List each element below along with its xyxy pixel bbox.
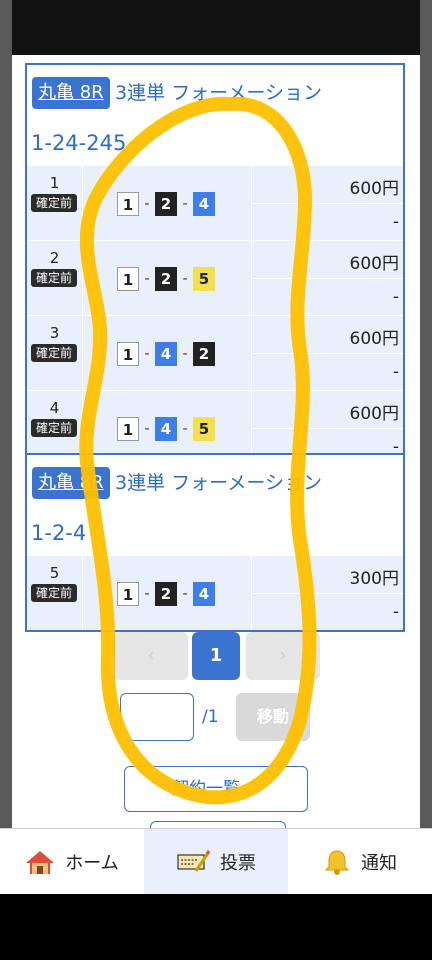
bet-amount: 600円 <box>349 179 399 199</box>
payout: - <box>392 287 399 307</box>
tab-label: ホーム <box>65 853 119 874</box>
boats-cell: 1 - 2 - 4 <box>83 556 252 630</box>
row-number: 2 <box>49 249 60 267</box>
ticket-detail-modal: 丸亀 8R 3連単 フォーメーション 1-24-245 1 確定前 1 - 2 … <box>12 55 420 830</box>
contract-list-button[interactable]: 契約一覧 ^ <box>124 766 308 812</box>
combination: 1-2-4 <box>31 521 87 545</box>
boat-number: 2 <box>155 192 177 216</box>
bet-type: 3連単 フォーメーション <box>115 472 322 494</box>
boats-cell: 1 - 2 - 5 <box>83 241 252 315</box>
home-icon <box>26 851 55 874</box>
payout: - <box>392 362 399 382</box>
dimmed-background-left <box>0 0 12 830</box>
boat-number: 1 <box>117 192 139 216</box>
status-badge: 確定前 <box>31 344 77 362</box>
go-page-button[interactable]: 移動 <box>236 693 310 741</box>
status-badge: 確定前 <box>31 194 77 212</box>
boat-number: 4 <box>155 342 177 366</box>
status-badge: 確定前 <box>31 419 77 437</box>
bet-amount: 600円 <box>349 254 399 274</box>
row-number-cell: 2 確定前 <box>27 241 83 315</box>
tab-notification[interactable]: 通知 <box>288 829 432 895</box>
row-number-cell: 5 確定前 <box>27 556 83 630</box>
prev-page-button[interactable]: ‹ <box>114 632 188 680</box>
combination: 1-24-245 <box>31 131 127 155</box>
bell-icon <box>324 850 350 875</box>
boat-number: 1 <box>117 417 139 441</box>
row-number: 3 <box>49 324 60 342</box>
system-nav-bar <box>0 894 432 960</box>
bottom-tab-bar: ホーム 投票 通知 <box>0 828 432 895</box>
payout: - <box>392 602 399 622</box>
tab-vote[interactable]: 投票 <box>144 829 288 895</box>
bet-amount: 600円 <box>349 329 399 349</box>
boat-number: 1 <box>117 267 139 291</box>
boat-number: 2 <box>193 342 215 366</box>
boat-number: 2 <box>155 267 177 291</box>
boat-number: 5 <box>193 417 215 441</box>
row-number: 4 <box>49 399 60 417</box>
tab-home[interactable]: ホーム <box>0 829 144 895</box>
ticket-card-header: 丸亀 8R 3連単 フォーメーション <box>27 65 403 121</box>
dimmed-background-top <box>0 0 432 55</box>
payout: - <box>392 212 399 232</box>
ticket-card: 丸亀 8R 3連単 フォーメーション 1-2-4 5 確定前 1 - 2 - 4… <box>25 453 405 632</box>
boats-cell: 1 - 2 - 4 <box>83 166 252 240</box>
boat-number: 1 <box>117 582 139 606</box>
boat-number: 1 <box>117 342 139 366</box>
venue-link[interactable]: 丸亀 8R <box>32 467 110 499</box>
next-page-button[interactable]: › <box>246 632 320 680</box>
boat-number: 4 <box>155 417 177 441</box>
row-number-cell: 3 確定前 <box>27 316 83 390</box>
table-row: 1 確定前 1 - 2 - 4 600円 - <box>27 165 403 240</box>
boats-cell: 1 - 4 - 2 <box>83 316 252 390</box>
tab-label: 投票 <box>220 853 256 874</box>
row-number-cell: 1 確定前 <box>27 166 83 240</box>
tab-label: 通知 <box>361 853 397 874</box>
bet-amount: 600円 <box>349 404 399 424</box>
boat-number: 2 <box>155 582 177 606</box>
page-number-input[interactable] <box>120 693 194 741</box>
boat-number: 4 <box>193 192 215 216</box>
status-badge: 確定前 <box>31 584 77 602</box>
ticket-card-header: 丸亀 8R 3連単 フォーメーション <box>27 455 403 511</box>
current-page-button[interactable]: 1 <box>192 632 240 680</box>
boat-number: 5 <box>193 267 215 291</box>
table-row: 2 確定前 1 - 2 - 5 600円 - <box>27 240 403 315</box>
table-row: 5 確定前 1 - 2 - 4 300円 - <box>27 555 403 630</box>
ticket-card: 丸亀 8R 3連単 フォーメーション 1-24-245 1 確定前 1 - 2 … <box>25 63 405 467</box>
bet-type: 3連単 フォーメーション <box>115 82 322 104</box>
status-badge: 確定前 <box>31 269 77 287</box>
boat-number: 4 <box>193 582 215 606</box>
row-number: 5 <box>49 564 60 582</box>
ticket-icon <box>177 850 210 872</box>
venue-link[interactable]: 丸亀 8R <box>32 77 110 109</box>
dimmed-background-right <box>420 0 432 830</box>
row-number: 1 <box>49 174 60 192</box>
table-row: 3 確定前 1 - 4 - 2 600円 - <box>27 315 403 390</box>
page-total: /1 <box>202 707 219 727</box>
bet-amount: 300円 <box>349 569 399 589</box>
